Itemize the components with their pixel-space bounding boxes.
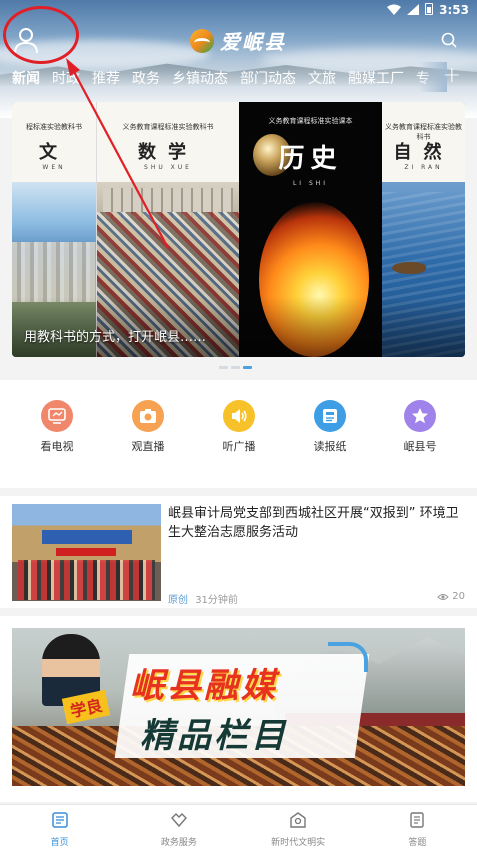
tab-media-factory[interactable]: 融媒工厂 [348,64,404,94]
app-screen: 3:53 爱岷县 新闻 时政 推荐 政务 乡镇动态 部门动态 文旅 融媒工厂 专… [0,0,477,848]
bottom-nav: 首页 政务服务 新时代文明实 答题 [0,804,477,848]
tv-icon [41,400,73,432]
banner-carousel[interactable]: 程标准实验教科书 文 WEN 义务教育课程标准实验教科书 数学 SHU XUE … [12,102,465,357]
news-meta: 原创 31分钟前 [168,591,238,606]
bottom-nav-government-service[interactable]: 政务服务 [119,805,238,848]
speaker-icon [223,400,255,432]
carousel-dot[interactable] [231,366,240,369]
thumbnail-sign [42,530,132,544]
bottom-nav-quiz[interactable]: 答题 [358,805,477,848]
book-series: 义务教育课程标准实验教科书 [122,123,214,131]
news-title: 岷县审计局党支部到西城社区开展“双报到” 环境卫生大整治志愿服务活动 [168,506,459,540]
signal-icon [407,3,419,15]
book-pinyin: ZI RAN [404,164,443,171]
star-icon [404,400,436,432]
bottom-nav-civilization[interactable]: 新时代文明实 [239,805,358,848]
book-pinyin: LI SHI [292,180,329,187]
carousel-dot[interactable] [219,366,228,369]
book-subject: 文 [39,142,69,163]
news-original-tag: 原创 [168,595,188,606]
carousel-dot-active[interactable] [243,366,252,369]
news-time: 31分钟前 [195,595,238,606]
quick-nav-label: 看电视 [40,440,74,453]
thumbnail-banner [56,548,116,556]
logo-mark-icon [190,28,214,53]
app-name: 爱岷县 [220,30,286,54]
bottom-nav-home[interactable]: 首页 [0,805,119,848]
bottom-nav-label: 答题 [408,838,427,848]
camera-icon [132,400,164,432]
tab-news[interactable]: 新闻 [12,64,40,94]
book-pinyin: WEN [42,164,66,171]
featured-section: 学良 岷县融媒 精品栏目 [0,616,477,802]
carousel-indicator [219,366,252,369]
wifi-icon [387,4,401,15]
book-series: 义务教育课程标准实验课本 [268,117,353,125]
newspaper-icon [314,400,346,432]
quick-nav-radio[interactable]: 听广播 [199,400,279,454]
quiz-icon [410,812,425,828]
book-series: 程标准实验教科书 [26,123,82,131]
banner-title-line1: 岷县融媒 [130,666,278,706]
book-subject: 历史 [278,144,343,174]
status-time: 3:53 [439,3,469,17]
quick-nav-label: 岷县号 [403,440,437,453]
news-thumbnail [12,504,161,601]
tab-recommend[interactable]: 推荐 [92,64,120,94]
bottom-nav-label: 政务服务 [160,838,197,848]
add-channel-button[interactable]: + [443,64,461,88]
news-card[interactable]: 岷县审计局党支部到西城社区开展“双报到” 环境卫生大整治志愿服务活动 原创 31… [0,496,477,608]
thumbnail-people [18,560,155,600]
carousel-caption: 用教科书的方式，打开岷县…… [24,330,207,345]
bottom-nav-label: 新时代文明实 [271,838,326,848]
book-photo [392,262,426,274]
news-view-count: 20 [452,591,465,602]
banner-title-line2: 精品栏目 [140,716,288,756]
book-pinyin: SHU XUE [144,164,192,171]
book-photo [12,242,96,302]
tab-politics[interactable]: 时政 [52,64,80,94]
quick-nav-newspaper[interactable]: 读报纸 [290,400,370,454]
eye-icon [437,593,449,600]
book-subject: 数学 [138,142,198,163]
civilization-icon [290,812,306,828]
quick-nav: 看电视 观直播 听广播 读报纸 岷县号 [0,380,477,488]
quick-nav-label: 听广播 [222,440,256,453]
book-subject: 自然 [393,142,454,163]
annotation-circle [3,6,79,64]
tab-department[interactable]: 部门动态 [240,64,296,94]
news-views: 20 [437,591,465,602]
quick-nav-label: 观直播 [131,440,165,453]
home-news-icon [51,812,68,828]
handshake-icon [170,813,187,828]
bottom-nav-label: 首页 [50,838,69,848]
quick-nav-label: 读报纸 [313,440,347,453]
battery-icon [425,3,433,15]
app-logo: 爱岷县 [190,26,286,55]
featured-banner[interactable]: 学良 岷县融媒 精品栏目 [12,628,465,786]
tab-township[interactable]: 乡镇动态 [172,64,228,94]
quick-nav-county-account[interactable]: 岷县号 [380,400,460,454]
quick-nav-tv[interactable]: 看电视 [17,400,97,454]
quick-nav-live[interactable]: 观直播 [108,400,188,454]
channel-tabs: 新闻 时政 推荐 政务 乡镇动态 部门动态 文旅 融媒工厂 专 [0,64,440,94]
banner-arrow-decoration [328,642,368,672]
status-icons [387,3,433,15]
tab-culture-tourism[interactable]: 文旅 [308,64,336,94]
tab-government[interactable]: 政务 [132,64,160,94]
search-icon[interactable] [441,32,457,48]
